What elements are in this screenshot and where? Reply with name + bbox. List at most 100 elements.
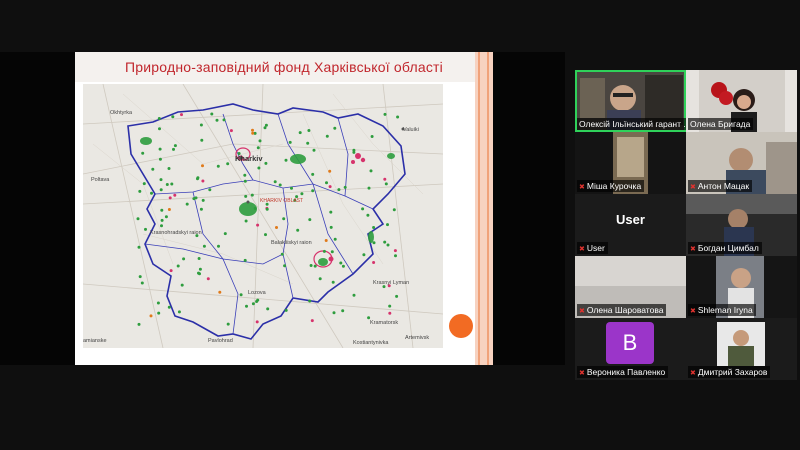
reserve-marker <box>394 254 397 258</box>
reserve-marker <box>352 293 356 297</box>
reserve-marker <box>396 115 400 119</box>
map-label: Pavlohrad <box>208 338 233 344</box>
reserve-marker <box>177 310 181 314</box>
reserve-marker <box>194 196 198 200</box>
map-label: Valuiki <box>403 127 419 133</box>
reserve-marker <box>395 294 399 298</box>
reserve-marker <box>200 138 204 142</box>
reserve-marker <box>244 219 248 223</box>
reserve-marker <box>185 202 189 206</box>
participant-avatar: В <box>606 322 654 364</box>
participant-tile[interactable]: ✖ Богдан Цимбал <box>686 194 797 256</box>
reserve-marker <box>198 267 202 271</box>
reserve-marker <box>201 198 205 202</box>
reserve-marker <box>144 227 147 231</box>
reserve-marker <box>157 311 161 315</box>
reserve-marker <box>253 207 257 210</box>
reserve-marker <box>341 309 345 313</box>
reserve-marker <box>256 146 260 150</box>
reserve-marker <box>201 179 205 183</box>
map-label: Krasnyi Lyman <box>373 280 409 286</box>
reserve-marker <box>339 261 343 265</box>
reserve-marker <box>298 131 302 135</box>
participant-name: ✖ Дмитрий Захаров <box>688 366 771 378</box>
reserve-marker <box>151 167 155 171</box>
reserve-marker <box>332 311 336 315</box>
reserve-marker <box>165 183 169 186</box>
map-label: Artemivsk <box>405 335 429 341</box>
reserve-marker <box>384 182 388 186</box>
participant-name: ✖ Міша Курочка <box>577 180 645 192</box>
reserve-marker <box>372 241 376 245</box>
reserve-marker <box>197 257 201 260</box>
reserve-marker <box>333 126 337 130</box>
participant-name: ✖ Богдан Цимбал <box>688 242 762 254</box>
reserve-marker <box>137 322 141 326</box>
participant-tile[interactable]: ✖ Міша Курочка <box>575 132 686 194</box>
reserve-marker <box>256 223 260 227</box>
reserve-marker <box>337 188 341 192</box>
reserve-marker <box>217 244 220 248</box>
reserve-marker <box>328 185 332 189</box>
participant-tile[interactable]: Олена Бригада <box>686 70 797 132</box>
reserve-marker <box>167 208 171 211</box>
participant-tile[interactable]: ✖ Олена Шароватова <box>575 256 686 318</box>
reserve-marker <box>366 213 370 217</box>
reserve-marker <box>352 150 356 154</box>
participant-tile[interactable]: ✖ Shleman Iryna <box>686 256 797 318</box>
reserve-marker <box>176 264 180 268</box>
reserve-marker <box>173 193 177 197</box>
reserve-marker <box>328 169 332 173</box>
reserve-marker <box>158 157 162 161</box>
participant-tile[interactable]: ✖ Антон Мацак <box>686 132 797 194</box>
reserve-marker <box>392 208 396 212</box>
reserve-marker <box>150 191 153 195</box>
map-label: Kostiantynivka <box>353 340 389 346</box>
slide-decoration-line <box>478 52 480 365</box>
reserve-marker <box>243 179 247 183</box>
reserve-marker <box>216 164 220 168</box>
participant-tile[interactable]: User ✖ User <box>575 194 686 256</box>
reserve-marker <box>266 307 270 311</box>
oblast-map: Okhtyrka Kharkiv Valuiki Poltava Krasnoh… <box>83 84 443 348</box>
participant-name: ✖ Антон Мацак <box>688 180 753 192</box>
reserve-marker <box>312 148 316 152</box>
participant-tile[interactable]: Олексій Ільїнський гарант ... <box>575 70 686 132</box>
reserve-marker <box>136 217 140 221</box>
reserve-marker <box>306 141 310 145</box>
reserve-marker <box>170 182 174 186</box>
mic-muted-icon: ✖ <box>690 308 696 315</box>
reserve-marker <box>265 207 269 211</box>
reserve-marker <box>367 316 371 320</box>
reserve-marker <box>164 215 168 219</box>
reserve-marker <box>331 280 335 284</box>
participant-name: ✖ Shleman Iryna <box>688 304 756 316</box>
reserve-marker <box>308 299 312 303</box>
reserve-marker <box>393 249 397 253</box>
reserve-marker <box>229 129 233 133</box>
reserve-marker <box>167 167 171 170</box>
reserve-marker <box>196 177 199 181</box>
participant-tile[interactable]: ✖ Дмитрий Захаров <box>686 318 797 380</box>
reserve-marker <box>138 189 142 193</box>
reserve-marker <box>182 257 186 261</box>
reserve-marker <box>169 269 173 273</box>
reserve-marker <box>388 311 392 315</box>
participant-name: ✖ Олена Шароватова <box>577 304 667 316</box>
reserve-marker <box>383 240 387 244</box>
reserve-marker <box>273 180 277 184</box>
reserve-marker <box>372 261 376 264</box>
mic-muted-icon: ✖ <box>690 184 696 191</box>
reserve-marker <box>215 118 219 122</box>
reserve-marker <box>264 123 268 127</box>
participant-tile[interactable]: В ✖ Вероника Павленко <box>575 318 686 380</box>
reserve-marker <box>333 237 337 241</box>
reserve-marker <box>255 320 259 324</box>
reserve-marker <box>197 271 200 275</box>
reserve-marker <box>251 128 254 132</box>
reserve-marker <box>311 189 315 193</box>
slide-nav-button[interactable] <box>449 314 473 338</box>
reserve-marker <box>245 304 248 308</box>
reserve-marker <box>173 144 177 148</box>
reserve-marker <box>250 193 254 197</box>
